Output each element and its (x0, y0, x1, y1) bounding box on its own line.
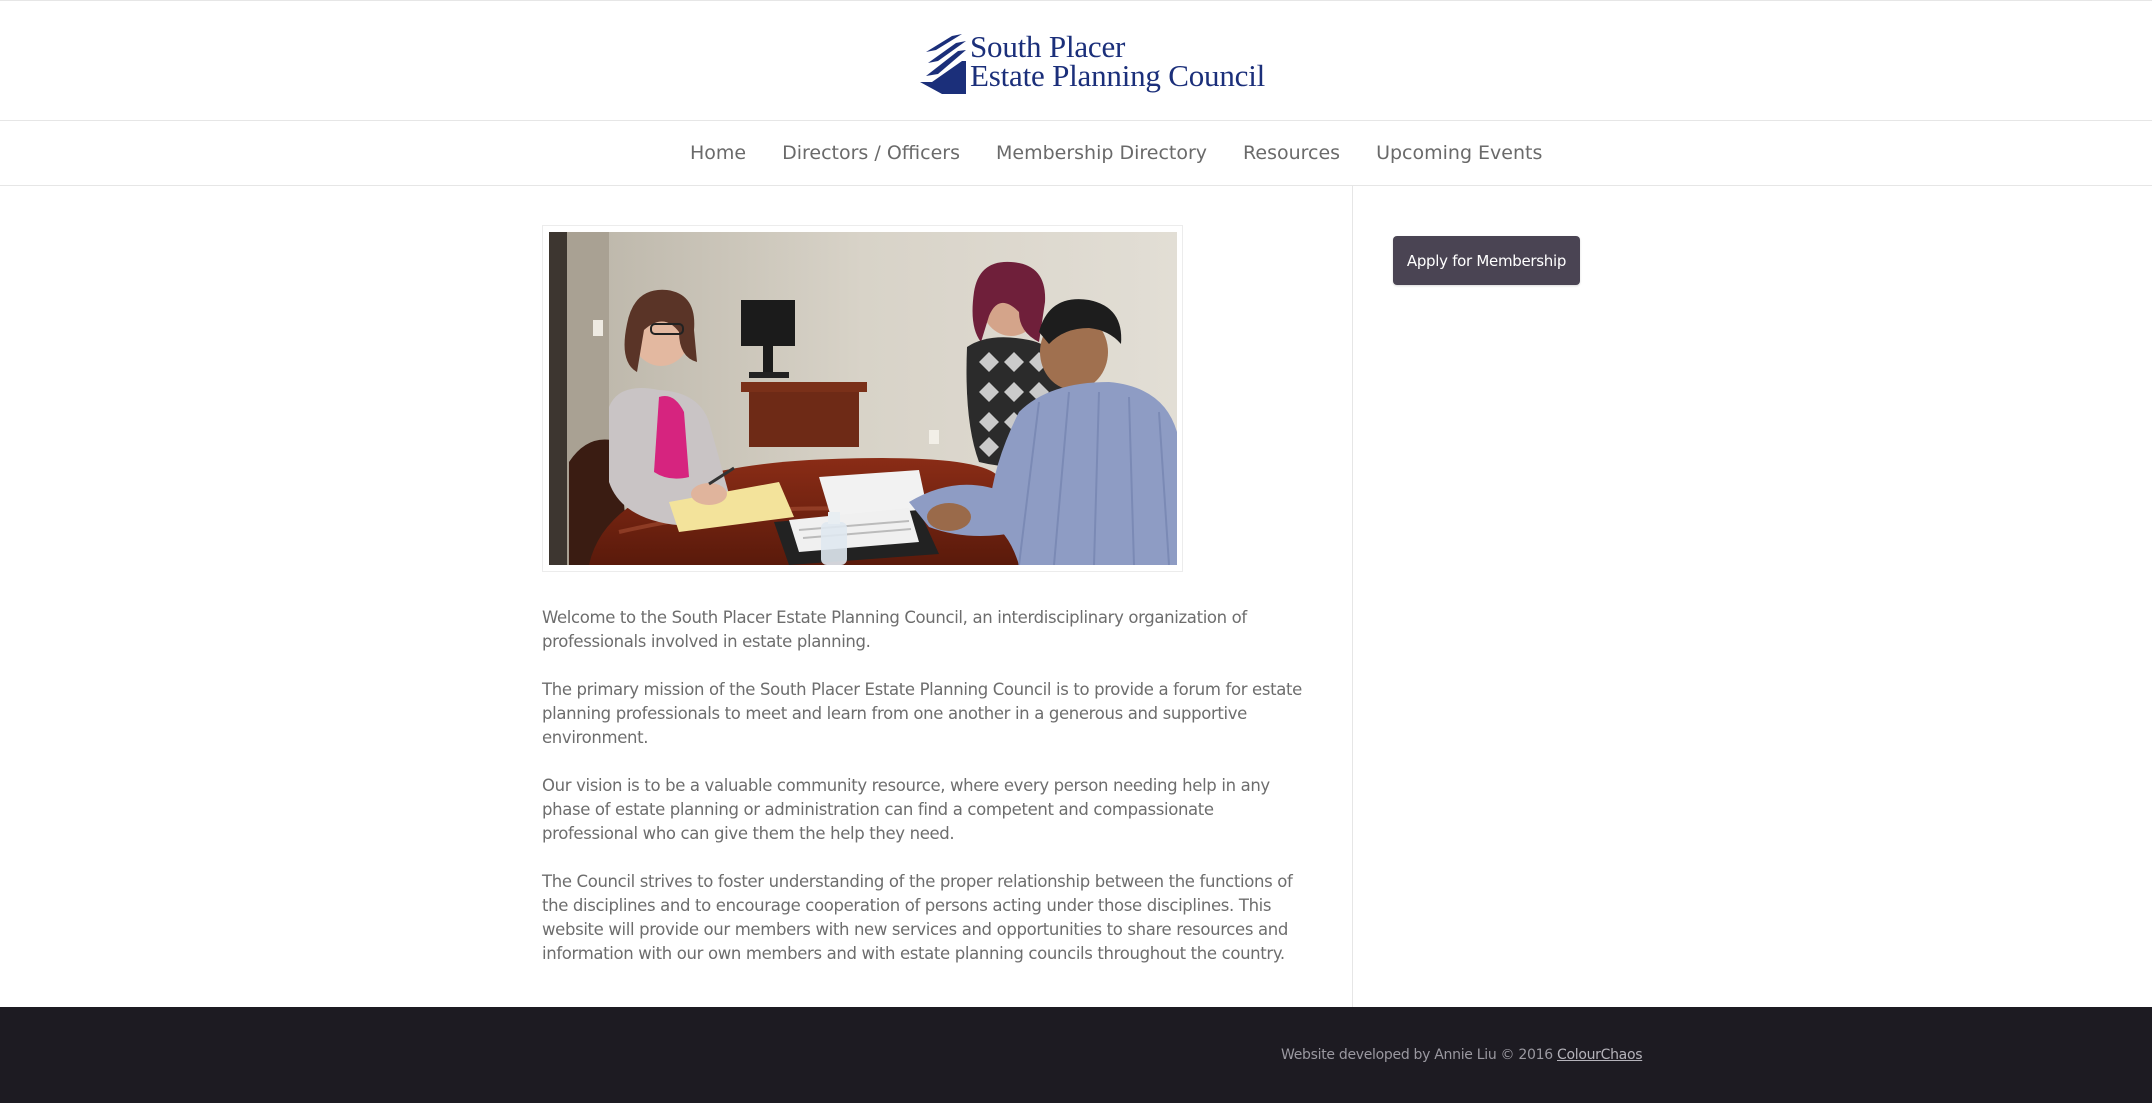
nav-item-resources[interactable]: Resources (1243, 142, 1340, 164)
logo-stripes-icon (920, 34, 966, 94)
footer-colourchaos-link[interactable]: ColourChaos (1557, 1047, 1643, 1063)
footer-credit-text: Website developed by Annie Liu © 2016 (1281, 1047, 1553, 1063)
logo-text: South Placer Estate Planning Council (970, 29, 1266, 93)
nav-list: Home Directors / Officers Membership Dir… (690, 121, 1542, 185)
main-navigation: Home Directors / Officers Membership Dir… (0, 121, 2152, 186)
sidebar-divider (1352, 186, 1353, 1007)
nav-item-directors-officers[interactable]: Directors / Officers (782, 142, 960, 164)
intro-paragraph-mission: The primary mission of the South Placer … (542, 680, 1302, 747)
apply-for-membership-button[interactable]: Apply for Membership (1393, 236, 1580, 285)
site-header: South Placer Estate Planning Council (0, 0, 2152, 121)
intro-paragraph-vision: Our vision is to be a valuable community… (542, 776, 1270, 843)
nav-item-membership-directory[interactable]: Membership Directory (996, 142, 1207, 164)
hero-image-frame (542, 225, 1183, 572)
nav-item-home[interactable]: Home (690, 142, 746, 164)
site-footer: Website developed by Annie Liu © 2016 Co… (0, 1007, 2152, 1103)
site-logo[interactable]: South Placer Estate Planning Council (912, 31, 1265, 96)
footer-credit: Website developed by Annie Liu © 2016 Co… (1281, 1047, 1643, 1063)
logo-line-2: Estate Planning Council (970, 58, 1266, 93)
logo-line-1: South Placer (970, 29, 1126, 64)
main-content: Welcome to the South Placer Estate Plann… (542, 606, 1302, 990)
intro-paragraph-welcome: Welcome to the South Placer Estate Plann… (542, 608, 1247, 651)
nav-item-upcoming-events[interactable]: Upcoming Events (1376, 142, 1542, 164)
intro-paragraph-council: The Council strives to foster understand… (542, 872, 1293, 963)
hero-photo-meeting-image (549, 232, 1177, 565)
